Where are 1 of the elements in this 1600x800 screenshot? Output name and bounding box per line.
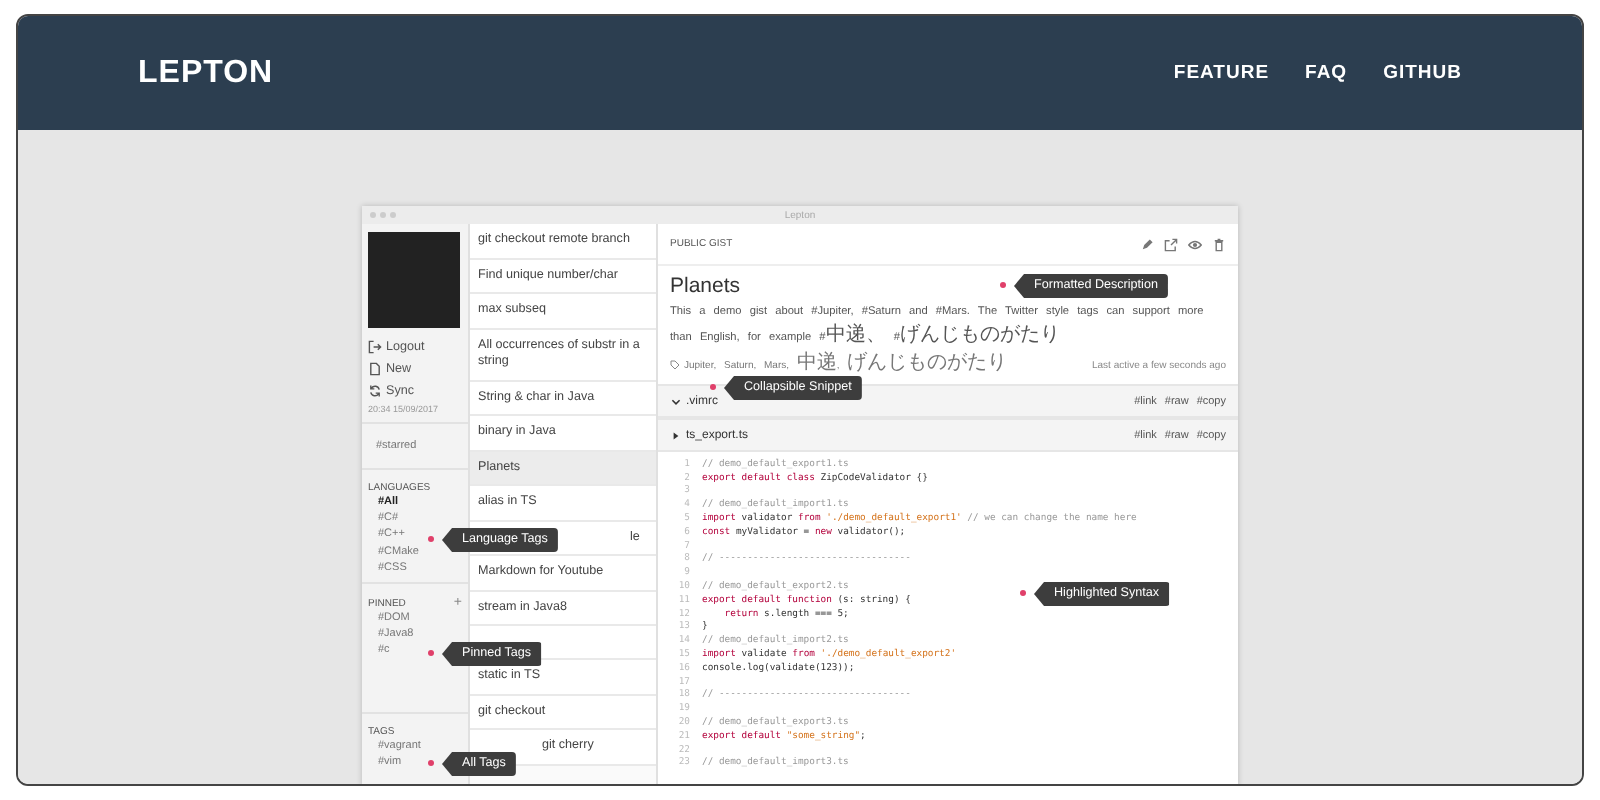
gist-title: Planets: [670, 274, 741, 298]
